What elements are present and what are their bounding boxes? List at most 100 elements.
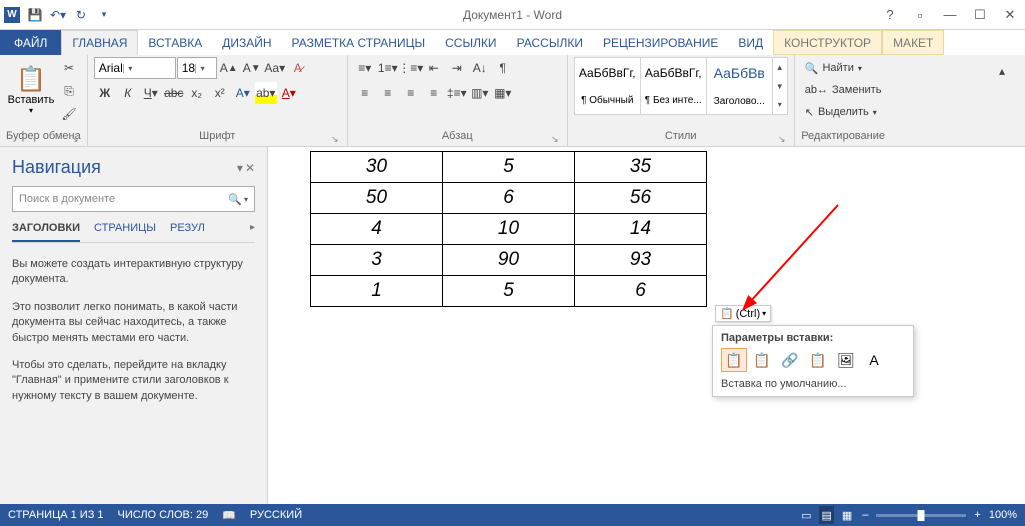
nav-tab-results[interactable]: РЕЗУЛ	[170, 222, 205, 242]
paste-button[interactable]: 📋 Вставить ▾	[6, 57, 56, 123]
styles-scroll[interactable]: ▲▼▾	[772, 57, 788, 115]
tab-insert[interactable]: ВСТАВКА	[138, 30, 212, 55]
format-painter-button[interactable]: 🖌	[58, 103, 80, 125]
clipboard-launcher[interactable]: ↘	[69, 134, 81, 146]
zoom-level[interactable]: 100%	[989, 509, 1017, 521]
view-read-button[interactable]: ▭	[799, 506, 813, 524]
undo-button[interactable]: ↶▾	[47, 4, 69, 26]
bullets-button[interactable]: ≡▾	[354, 57, 376, 79]
qat-customize[interactable]: ▾	[93, 4, 115, 26]
replace-button[interactable]: ab↔Заменить	[801, 79, 886, 101]
paste-text-only[interactable]: A	[861, 348, 887, 372]
cut-button[interactable]: ✂	[58, 57, 80, 79]
line-spacing-button[interactable]: ‡≡▾	[446, 82, 468, 104]
view-print-button[interactable]: ▤	[819, 506, 833, 524]
view-web-button[interactable]: ▦	[840, 506, 854, 524]
text-effects-button[interactable]: A▾	[232, 82, 254, 104]
ribbon-options-button[interactable]: ▫	[905, 0, 935, 30]
font-launcher[interactable]: ↘	[329, 134, 341, 146]
tab-design[interactable]: ДИЗАЙН	[212, 30, 281, 55]
italic-button[interactable]: К	[117, 82, 139, 104]
shrink-font-button[interactable]: A▼	[241, 57, 263, 79]
align-left-button[interactable]: ≡	[354, 82, 376, 104]
sort-button[interactable]: A↓	[469, 57, 491, 79]
status-proofing-icon[interactable]: 📖	[222, 509, 236, 522]
status-language[interactable]: РУССКИЙ	[250, 509, 302, 521]
zoom-out-button[interactable]: –	[860, 506, 870, 524]
borders-button[interactable]: ▦▾	[492, 82, 514, 104]
tab-view[interactable]: ВИД	[728, 30, 773, 55]
nav-search-input[interactable]: Поиск в документе 🔍▾	[12, 186, 255, 212]
document-area[interactable]: 30535 50656 41014 39093 156 📋 (Ctrl) ▾ П…	[268, 147, 1025, 504]
align-center-button[interactable]: ≡	[377, 82, 399, 104]
close-button[interactable]: ✕	[995, 0, 1025, 30]
paste-fly-header: Параметры вставки:	[721, 332, 905, 344]
clipboard-icon: 📋	[16, 65, 46, 94]
align-right-button[interactable]: ≡	[400, 82, 422, 104]
paste-link-merge[interactable]: 📋	[805, 348, 831, 372]
subscript-button[interactable]: x₂	[186, 82, 208, 104]
status-words[interactable]: ЧИСЛО СЛОВ: 29	[118, 509, 209, 521]
tab-home[interactable]: ГЛАВНАЯ	[61, 30, 138, 55]
tab-review[interactable]: РЕЦЕНЗИРОВАНИЕ	[593, 30, 728, 55]
tab-layout[interactable]: РАЗМЕТКА СТРАНИЦЫ	[282, 30, 436, 55]
font-name-combo[interactable]: Arial▾	[94, 57, 176, 79]
nav-tab-headings[interactable]: ЗАГОЛОВКИ	[12, 222, 80, 242]
nav-close-button[interactable]: ✕	[245, 161, 255, 175]
nav-tab-more[interactable]: ▸	[250, 222, 255, 242]
status-page[interactable]: СТРАНИЦА 1 ИЗ 1	[8, 509, 104, 521]
quick-access-toolbar: 💾 ↶▾ ↻ ▾	[24, 4, 115, 26]
nav-options-button[interactable]: ▾	[237, 161, 243, 175]
maximize-button[interactable]: ☐	[965, 0, 995, 30]
collapse-ribbon-button[interactable]: ▴	[991, 60, 1013, 82]
style-heading1[interactable]: АаБбВвЗаголово...	[706, 57, 773, 115]
numbering-button[interactable]: 1≡▾	[377, 57, 399, 79]
paste-options-tag[interactable]: 📋 (Ctrl) ▾	[715, 305, 771, 322]
styles-launcher[interactable]: ↘	[776, 134, 788, 146]
style-no-spacing[interactable]: АаБбВвГг,¶ Без инте...	[640, 57, 707, 115]
select-button[interactable]: ↖Выделить ▾	[801, 101, 886, 123]
copy-button[interactable]: ⎘	[58, 80, 80, 102]
paste-picture[interactable]: 🖼	[833, 348, 859, 372]
document-table[interactable]: 30535 50656 41014 39093 156	[310, 151, 707, 307]
tab-ctx-layout[interactable]: МАКЕТ	[882, 30, 944, 55]
justify-button[interactable]: ≡	[423, 82, 445, 104]
strike-button[interactable]: abc	[163, 82, 185, 104]
paste-link-keep-source[interactable]: 🔗	[777, 348, 803, 372]
find-button[interactable]: 🔍Найти ▾	[801, 57, 886, 79]
underline-button[interactable]: Ч▾	[140, 82, 162, 104]
help-button[interactable]: ?	[875, 0, 905, 30]
redo-button[interactable]: ↻	[70, 4, 92, 26]
paste-default-link[interactable]: Вставка по умолчанию...	[721, 378, 905, 390]
table-row: 41014	[311, 214, 707, 245]
superscript-button[interactable]: x²	[209, 82, 231, 104]
paste-keep-source[interactable]: 📋	[721, 348, 747, 372]
group-styles: АаБбВвГг,¶ Обычный АаБбВвГг,¶ Без инте..…	[568, 55, 795, 146]
outdent-button[interactable]: ⇤	[423, 57, 445, 79]
highlight-button[interactable]: ab▾	[255, 82, 277, 104]
paragraph-launcher[interactable]: ↘	[549, 134, 561, 146]
show-marks-button[interactable]: ¶	[492, 57, 514, 79]
clear-format-button[interactable]: A̷	[287, 57, 309, 79]
zoom-slider[interactable]	[876, 514, 966, 517]
multilevel-button[interactable]: ⋮≡▾	[400, 57, 422, 79]
style-normal[interactable]: АаБбВвГг,¶ Обычный	[574, 57, 641, 115]
binoculars-icon: 🔍	[805, 62, 819, 75]
tab-file[interactable]: ФАЙЛ	[0, 30, 61, 55]
font-size-combo[interactable]: 18▾	[177, 57, 217, 79]
group-font: Arial▾ 18▾ A▲ A▼ Aa▾ A̷ Ж К Ч▾ abc x₂ x²…	[88, 55, 348, 146]
change-case-button[interactable]: Aa▾	[264, 57, 286, 79]
indent-button[interactable]: ⇥	[446, 57, 468, 79]
bold-button[interactable]: Ж	[94, 82, 116, 104]
font-color-button[interactable]: A▾	[278, 82, 300, 104]
tab-references[interactable]: ССЫЛКИ	[435, 30, 506, 55]
tab-mailings[interactable]: РАССЫЛКИ	[507, 30, 593, 55]
paste-merge-format[interactable]: 📋	[749, 348, 775, 372]
shading-button[interactable]: ▥▾	[469, 82, 491, 104]
grow-font-button[interactable]: A▲	[218, 57, 240, 79]
minimize-button[interactable]: —	[935, 0, 965, 30]
save-button[interactable]: 💾	[24, 4, 46, 26]
tab-ctx-design[interactable]: КОНСТРУКТОР	[773, 30, 882, 55]
nav-tab-pages[interactable]: СТРАНИЦЫ	[94, 222, 156, 242]
zoom-in-button[interactable]: +	[972, 506, 982, 524]
